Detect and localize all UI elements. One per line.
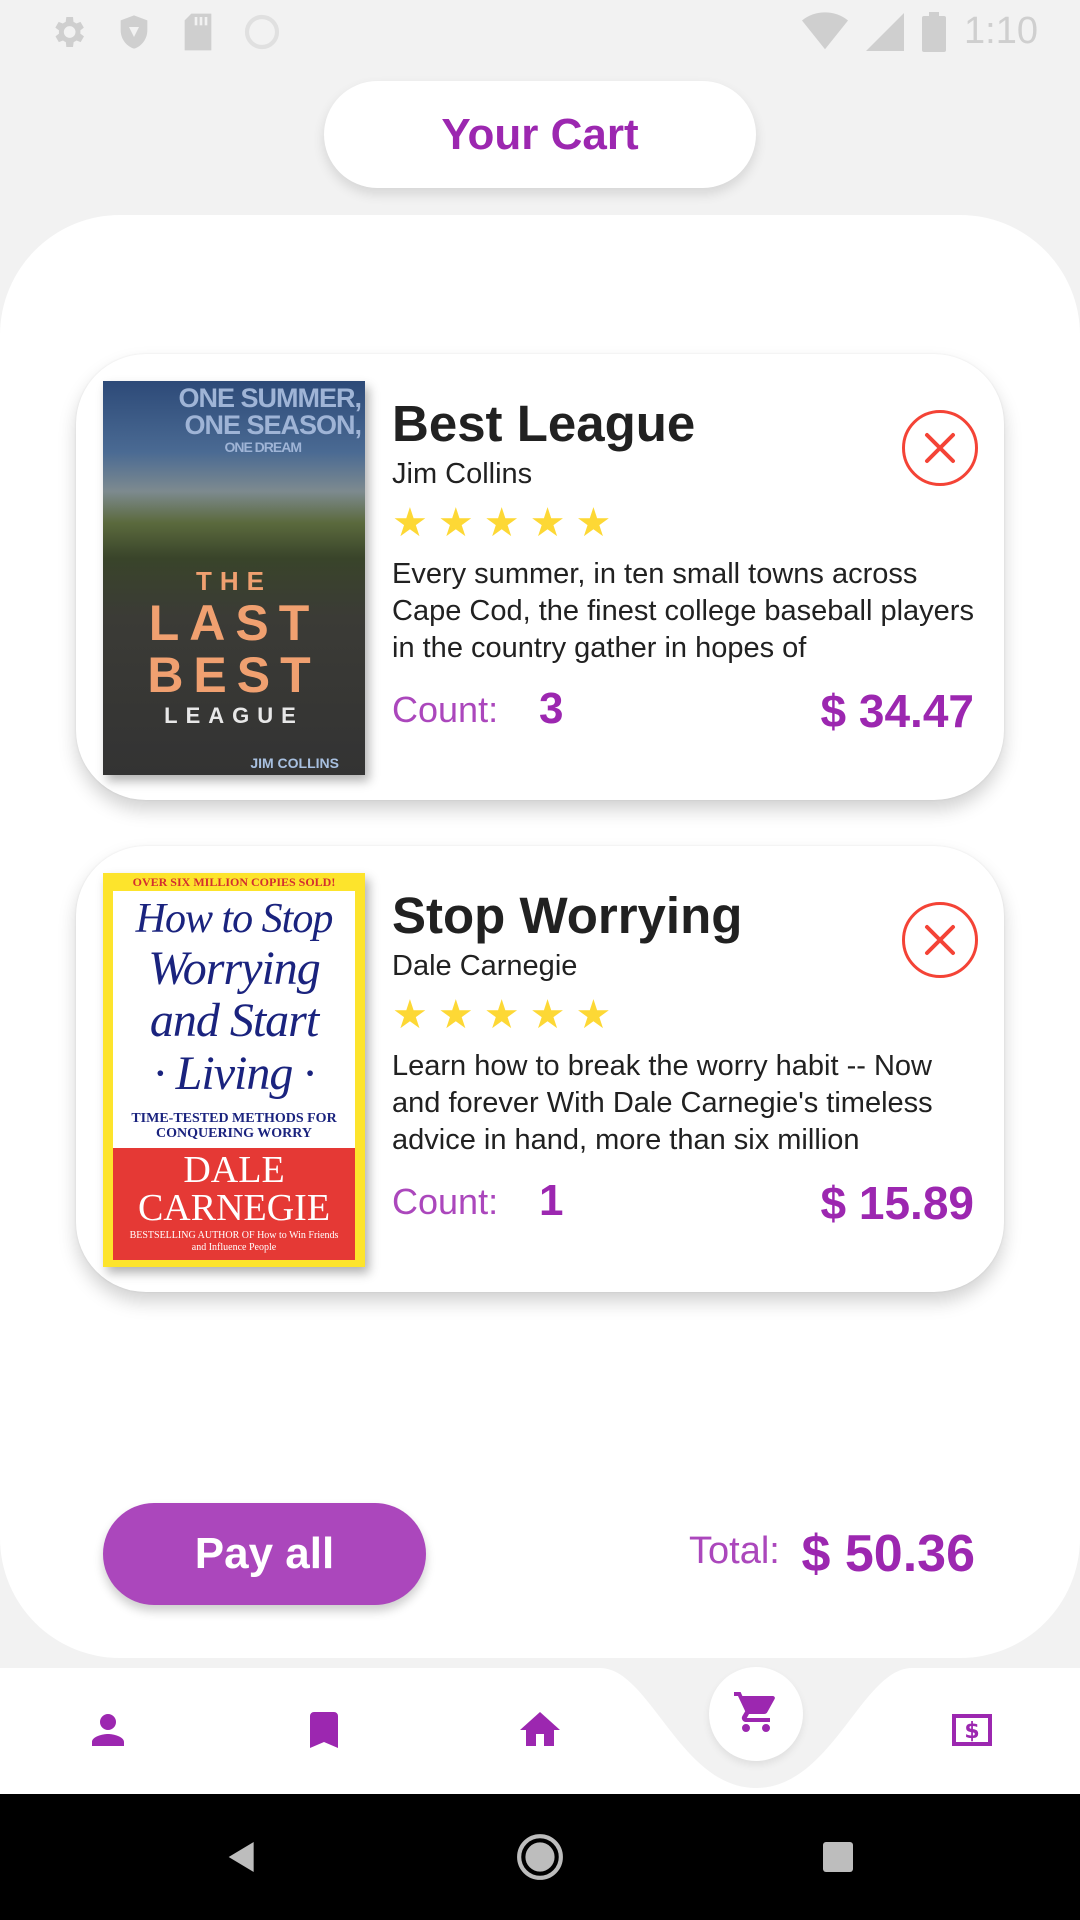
nav-cart[interactable] bbox=[709, 1667, 803, 1761]
nav-wallet[interactable]: $ bbox=[948, 1706, 996, 1754]
item-price: $ 15.89 bbox=[820, 1177, 974, 1229]
book-cover: ONE SUMMER, ONE SEASON, ONE DREAM THE LA… bbox=[103, 381, 365, 775]
cover-title: · Living · bbox=[153, 1047, 316, 1100]
sd-card-icon bbox=[184, 13, 212, 51]
star-icon: ★ bbox=[575, 501, 612, 545]
home-icon bbox=[520, 1712, 560, 1746]
cart-item[interactable]: ONE SUMMER, ONE SEASON, ONE DREAM THE LA… bbox=[76, 354, 1004, 800]
sync-icon bbox=[244, 14, 280, 50]
star-rating: ★ ★ ★ ★ ★ bbox=[392, 992, 611, 1038]
star-icon: ★ bbox=[437, 501, 474, 545]
cover-title: LAST bbox=[148, 595, 320, 651]
star-icon: ★ bbox=[529, 993, 566, 1037]
settings-icon bbox=[55, 17, 84, 47]
star-icon: ★ bbox=[483, 993, 520, 1037]
close-icon bbox=[925, 433, 955, 463]
recents-icon[interactable] bbox=[820, 1839, 856, 1875]
bottom-nav: $ bbox=[0, 1668, 1080, 1794]
home-button-icon[interactable] bbox=[515, 1832, 565, 1882]
star-icon: ★ bbox=[575, 993, 612, 1037]
star-icon: ★ bbox=[392, 501, 428, 545]
count-value: 1 bbox=[539, 1176, 564, 1225]
book-title: Stop Worrying bbox=[392, 887, 743, 944]
cart-sheet: ONE SUMMER, ONE SEASON, ONE DREAM THE LA… bbox=[0, 215, 1080, 1658]
book-description: Learn how to break the worry habit -- No… bbox=[392, 1050, 933, 1156]
book-title: Best League bbox=[392, 395, 696, 452]
cover-author: CARNEGIE bbox=[137, 1187, 331, 1229]
back-icon[interactable] bbox=[222, 1837, 262, 1877]
cart-item[interactable]: OVER SIX MILLION COPIES SOLD! How to Sto… bbox=[76, 846, 1004, 1292]
count-label: Count: bbox=[392, 689, 499, 730]
battery-icon bbox=[922, 11, 947, 52]
cover-subtitle: TIME-TESTED METHODS FOR CONQUERING WORRY bbox=[131, 1111, 337, 1141]
star-icon: ★ bbox=[437, 993, 474, 1037]
cover-top-text: ONE SEASON, bbox=[184, 410, 362, 440]
cover-top-text: ONE DREAM bbox=[224, 439, 302, 455]
svg-text:$: $ bbox=[964, 1719, 979, 1744]
pay-all-label: Pay all bbox=[194, 1529, 335, 1578]
star-rating: ★ ★ ★ ★ ★ bbox=[392, 500, 611, 546]
star-icon: ★ bbox=[392, 993, 428, 1037]
status-bar: 1:10 bbox=[0, 0, 1080, 63]
count-label: Count: bbox=[392, 1181, 499, 1222]
book-author: Dale Carnegie bbox=[392, 950, 578, 982]
signal-icon bbox=[866, 12, 905, 51]
status-time: 1:10 bbox=[964, 10, 1038, 52]
cart-icon bbox=[734, 1692, 775, 1732]
cover-title: and Start bbox=[149, 994, 319, 1047]
book-author: Jim Collins bbox=[392, 458, 533, 490]
wallet-icon: $ bbox=[952, 1714, 992, 1746]
cover-author: JIM COLLINS bbox=[250, 755, 339, 771]
book-cover: OVER SIX MILLION COPIES SOLD! How to Sto… bbox=[103, 873, 365, 1267]
system-nav-bar bbox=[0, 1794, 1080, 1920]
cover-top-text: ONE SUMMER, bbox=[178, 383, 362, 413]
cover-banner: OVER SIX MILLION COPIES SOLD! bbox=[132, 875, 336, 889]
cover-title: BEST bbox=[147, 647, 321, 703]
book-description: Every summer, in ten small towns across … bbox=[392, 558, 974, 664]
cover-title: THE bbox=[196, 566, 272, 596]
person-icon bbox=[92, 1714, 124, 1746]
pay-all-button[interactable]: Pay all bbox=[103, 1503, 426, 1605]
cover-title: Worrying bbox=[148, 942, 321, 995]
shield-icon bbox=[120, 15, 148, 49]
page-title: Your Cart bbox=[441, 109, 639, 159]
item-price: $ 34.47 bbox=[820, 685, 974, 737]
cover-author: DALE bbox=[183, 1149, 285, 1191]
cover-title: LEAGUE bbox=[164, 703, 304, 728]
wifi-icon bbox=[802, 11, 849, 49]
cover-footer: BESTSELLING AUTHOR OF How to Win Friends… bbox=[129, 1230, 339, 1253]
page-title-pill: Your Cart bbox=[324, 81, 756, 188]
star-icon: ★ bbox=[529, 501, 566, 545]
remove-item-button[interactable] bbox=[902, 902, 978, 978]
close-icon bbox=[925, 925, 955, 955]
remove-item-button[interactable] bbox=[902, 410, 978, 486]
cover-title: How to Stop bbox=[135, 896, 334, 942]
bookmark-icon bbox=[310, 1712, 338, 1748]
total-label: Total: bbox=[689, 1530, 780, 1572]
count-value: 3 bbox=[539, 684, 564, 733]
nav-bookmarks[interactable] bbox=[300, 1706, 348, 1754]
nav-home[interactable] bbox=[516, 1706, 564, 1754]
nav-profile[interactable] bbox=[84, 1706, 132, 1754]
total-value: $ 50.36 bbox=[801, 1525, 976, 1583]
star-icon: ★ bbox=[483, 501, 520, 545]
